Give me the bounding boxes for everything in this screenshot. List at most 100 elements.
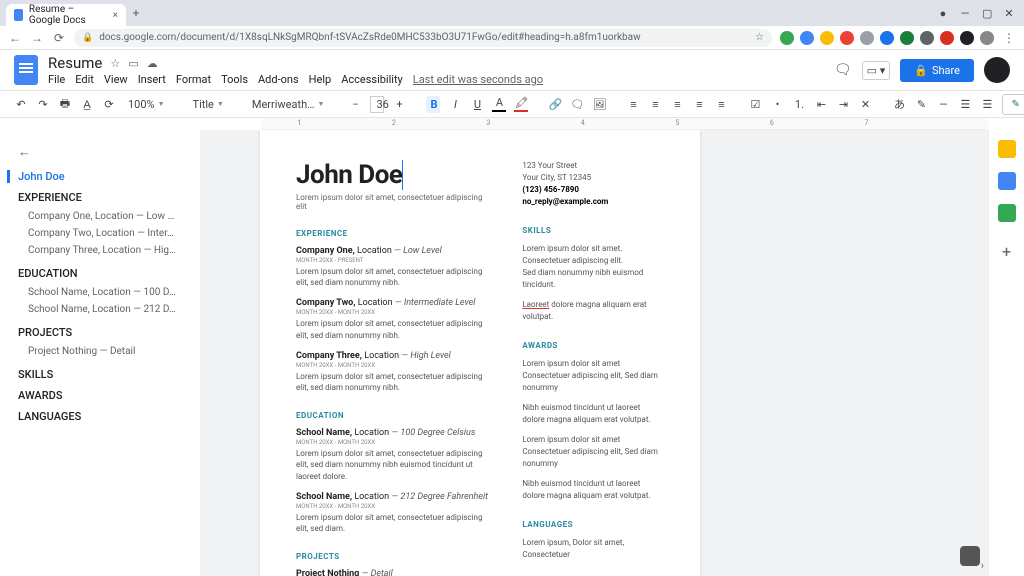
outline-item[interactable]: Company Three, Location — Hig… bbox=[18, 242, 190, 259]
lang-text[interactable]: Lorem ipsum, Dolor sit amet, Consectetue… bbox=[522, 537, 664, 561]
menu-addons[interactable]: Add-ons bbox=[258, 73, 299, 86]
align-center-button[interactable]: ≡ bbox=[648, 98, 662, 111]
star-icon[interactable]: ☆ bbox=[755, 32, 764, 43]
resume-entry[interactable]: Company Two, Location — Intermediate Lev… bbox=[296, 298, 494, 340]
outline-item[interactable]: Company One, Location — Low … bbox=[18, 208, 190, 225]
menu-help[interactable]: Help bbox=[309, 73, 332, 86]
ruler[interactable]: 1 2 3 4 5 6 7 bbox=[261, 118, 988, 130]
menu-format[interactable]: Format bbox=[176, 73, 211, 86]
outline-heading[interactable]: EDUCATION bbox=[18, 267, 190, 280]
tb-pen-icon[interactable]: ✎ bbox=[914, 98, 928, 111]
ext-icon[interactable] bbox=[800, 31, 814, 45]
underline-button[interactable]: U bbox=[470, 98, 484, 111]
side-panel-toggle[interactable]: › bbox=[981, 559, 984, 572]
outline-title[interactable]: John Doe bbox=[7, 170, 190, 183]
close-tab-icon[interactable]: × bbox=[113, 10, 118, 21]
undo-button[interactable]: ↶ bbox=[14, 98, 28, 111]
checklist-button[interactable]: ☑ bbox=[748, 98, 762, 111]
browser-tab[interactable]: Resume – Google Docs × bbox=[6, 4, 126, 26]
ext-icon[interactable] bbox=[860, 31, 874, 45]
document-canvas[interactable]: John Doe Lorem ipsum dolor sit amet, con… bbox=[200, 130, 988, 576]
ext-icon[interactable] bbox=[840, 31, 854, 45]
ext-icon[interactable] bbox=[900, 31, 914, 45]
style-select[interactable]: Title▼ bbox=[189, 98, 228, 111]
link-button[interactable]: 🔗 bbox=[548, 98, 562, 111]
document-title[interactable]: Resume bbox=[48, 54, 102, 72]
image-button[interactable]: 🖼 bbox=[592, 98, 606, 111]
spellcheck-button[interactable]: A̲ bbox=[80, 98, 94, 111]
award-text[interactable]: Nibh euismod tincidunt ut laoreet dolore… bbox=[522, 402, 664, 426]
add-addon-button[interactable]: + bbox=[1002, 242, 1011, 261]
bullet-list-button[interactable]: • bbox=[770, 98, 784, 111]
project-entry[interactable]: Project Nothing — Detail bbox=[296, 569, 494, 576]
present-icon[interactable]: ▭ ▾ bbox=[862, 61, 891, 80]
award-text[interactable]: Lorem ipsum dolor sit amet Consectetuer … bbox=[522, 358, 664, 394]
align-justify-button[interactable]: ≡ bbox=[692, 98, 706, 111]
resume-entry[interactable]: School Name, Location — 100 Degree Celsi… bbox=[296, 428, 494, 482]
outline-heading[interactable]: PROJECTS bbox=[18, 326, 190, 339]
outline-item[interactable]: School Name, Location — 100 D… bbox=[18, 284, 190, 301]
comment-history-icon[interactable]: 🗨 bbox=[834, 62, 852, 78]
number-list-button[interactable]: 1. bbox=[792, 98, 806, 111]
last-edit-link[interactable]: Last edit was seconds ago bbox=[413, 73, 543, 86]
outline-item[interactable]: Project Nothing — Detail bbox=[18, 343, 190, 360]
highlight-button[interactable]: 🖍 bbox=[514, 96, 528, 112]
line-spacing-button[interactable]: ≡ bbox=[714, 98, 728, 111]
star-icon[interactable]: ☆ bbox=[110, 57, 120, 70]
font-size-input[interactable]: 36 bbox=[370, 96, 384, 113]
outline-item[interactable]: Company Two, Location — Inter… bbox=[18, 225, 190, 242]
redo-button[interactable]: ↷ bbox=[36, 98, 50, 111]
ext-icon[interactable] bbox=[920, 31, 934, 45]
ext-icon[interactable] bbox=[820, 31, 834, 45]
maximize-button[interactable]: ▢ bbox=[982, 7, 992, 20]
menu-accessibility[interactable]: Accessibility bbox=[341, 73, 403, 86]
award-text[interactable]: Lorem ipsum dolor sit amet Consectetuer … bbox=[522, 434, 664, 470]
section-languages[interactable]: LANGUAGES bbox=[522, 520, 664, 529]
outline-heading[interactable]: AWARDS bbox=[18, 389, 190, 402]
ext-icon[interactable] bbox=[780, 31, 794, 45]
ext-icon[interactable] bbox=[880, 31, 894, 45]
comment-button[interactable]: 🗨 bbox=[570, 98, 584, 111]
contact-block[interactable]: 123 Your Street Your City, ST 12345 (123… bbox=[522, 160, 664, 208]
outdent-button[interactable]: ⇤ bbox=[814, 98, 828, 111]
outline-heading[interactable]: LANGUAGES bbox=[18, 410, 190, 423]
calendar-icon[interactable] bbox=[998, 140, 1016, 158]
ext-icon[interactable] bbox=[980, 31, 994, 45]
resume-entry[interactable]: Company One, Location — Low LevelMONTH 2… bbox=[296, 246, 494, 288]
tb-op2-icon[interactable]: ☰ bbox=[980, 98, 994, 111]
outline-heading[interactable]: SKILLS bbox=[18, 368, 190, 381]
section-experience[interactable]: EXPERIENCE bbox=[296, 229, 494, 238]
explore-button[interactable] bbox=[960, 546, 980, 566]
menu-insert[interactable]: Insert bbox=[138, 73, 166, 86]
resume-entry[interactable]: School Name, Location — 212 Degree Fahre… bbox=[296, 492, 494, 534]
ext-icon[interactable] bbox=[960, 31, 974, 45]
docs-logo-icon[interactable] bbox=[14, 55, 38, 85]
move-icon[interactable]: ▭ bbox=[128, 57, 138, 70]
menu-file[interactable]: File bbox=[48, 73, 65, 86]
resume-entry[interactable]: Company Three, Location — High LevelMONT… bbox=[296, 351, 494, 393]
section-awards[interactable]: AWARDS bbox=[522, 341, 664, 350]
menu-tools[interactable]: Tools bbox=[221, 73, 248, 86]
resume-name[interactable]: John Doe bbox=[296, 160, 494, 190]
section-skills[interactable]: SKILLS bbox=[522, 226, 664, 235]
close-window-button[interactable]: ✕ bbox=[1004, 7, 1014, 20]
paint-format-button[interactable]: ⟳ bbox=[102, 98, 116, 111]
skills-text-2[interactable]: Laoreet dolore magna aliquam erat volutp… bbox=[522, 299, 664, 323]
new-tab-button[interactable]: + bbox=[126, 7, 146, 20]
tasks-icon[interactable] bbox=[998, 204, 1016, 222]
outline-back-button[interactable]: ← bbox=[18, 144, 190, 160]
reload-button[interactable]: ⟳ bbox=[52, 31, 66, 45]
cloud-status-icon[interactable]: ☁ bbox=[147, 57, 158, 70]
align-right-button[interactable]: ≡ bbox=[670, 98, 684, 111]
section-education[interactable]: EDUCATION bbox=[296, 411, 494, 420]
outline-item[interactable]: School Name, Location — 212 D… bbox=[18, 301, 190, 318]
bold-button[interactable]: B bbox=[426, 96, 440, 113]
award-text[interactable]: Nibh euismod tincidunt ut laoreet dolore… bbox=[522, 478, 664, 502]
zoom-select[interactable]: 100%▼ bbox=[124, 98, 169, 111]
section-projects[interactable]: PROJECTS bbox=[296, 552, 494, 561]
back-button[interactable]: ← bbox=[8, 31, 22, 45]
skills-text[interactable]: Lorem ipsum dolor sit amet. Consectetuer… bbox=[522, 243, 664, 291]
italic-button[interactable]: I bbox=[448, 98, 462, 111]
chrome-menu-button[interactable]: ⋮ bbox=[1002, 31, 1016, 45]
minimize-button[interactable]: — bbox=[960, 7, 970, 20]
